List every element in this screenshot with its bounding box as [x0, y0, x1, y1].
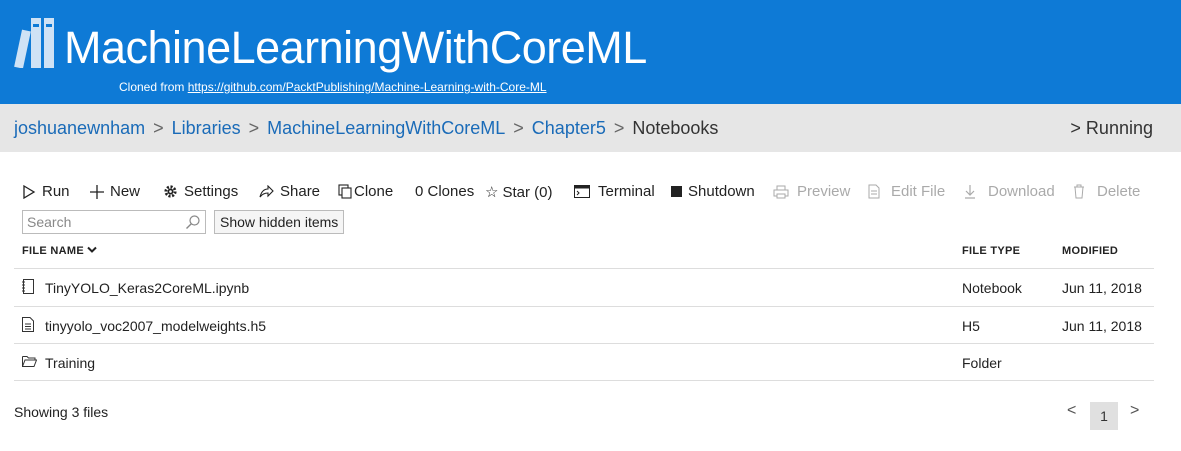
edit-file-button[interactable]: Edit File [868, 183, 945, 200]
clones-count[interactable]: 0 Clones [415, 183, 474, 200]
preview-label: Preview [797, 183, 851, 200]
file-modified: Jun 11, 2018 [1062, 280, 1142, 296]
breadcrumb-library[interactable]: MachineLearningWithCoreML [267, 118, 505, 138]
clone-label: Clone [354, 183, 394, 200]
star-icon: ☆ [485, 184, 499, 201]
clone-icon [338, 184, 352, 199]
download-button[interactable]: Download [964, 183, 1055, 200]
file-icon [22, 317, 34, 332]
cloned-link[interactable]: https://github.com/PacktPublishing/Machi… [188, 80, 547, 94]
terminal-button[interactable]: Terminal [574, 183, 655, 200]
gear-icon [164, 185, 177, 198]
pager-next-button[interactable]: > [1130, 402, 1139, 420]
delete-button[interactable]: Delete [1073, 183, 1140, 200]
print-icon [773, 185, 789, 198]
cloned-from: Cloned from https://github.com/PacktPubl… [119, 80, 547, 94]
folder-icon [22, 356, 37, 367]
table-row[interactable]: tinyyolo_voc2007_modelweights.h5 H5 Jun … [14, 307, 1154, 344]
file-name[interactable]: Training [45, 355, 95, 371]
show-hidden-items-button[interactable]: Show hidden items [214, 210, 345, 234]
breadcrumb-current: Notebooks [632, 118, 719, 138]
column-header-file-type[interactable]: FILE TYPE [962, 245, 1020, 257]
share-button[interactable]: Share [258, 183, 320, 200]
share-label: Share [280, 183, 321, 200]
run-button[interactable]: Run [22, 183, 70, 200]
preview-button[interactable]: Preview [773, 183, 850, 200]
download-icon [965, 185, 975, 199]
run-label: Run [42, 183, 70, 200]
page-title: MachineLearningWithCoreML [64, 22, 647, 73]
plus-icon [90, 184, 104, 199]
column-header-file-name-label: FILE NAME [22, 245, 84, 257]
new-button[interactable]: New [90, 183, 140, 200]
clone-button[interactable]: Clone [338, 183, 393, 200]
file-type: H5 [962, 318, 980, 334]
table-row[interactable]: TinyYOLO_Keras2CoreML.ipynb Notebook Jun… [14, 269, 1154, 306]
column-header-file-name[interactable]: FILE NAME [22, 245, 98, 257]
settings-button[interactable]: Settings [163, 183, 238, 200]
breadcrumb-separator: > [513, 118, 524, 138]
breadcrumb: joshuanewnham > Libraries > MachineLearningW… [0, 104, 1181, 152]
breadcrumb-separator: > [153, 118, 164, 138]
terminal-label: Terminal [598, 183, 655, 200]
cloned-label: Cloned from [119, 80, 188, 94]
app-header: MachineLearningWithCoreML Cloned from ht… [0, 0, 1181, 104]
share-icon [259, 184, 274, 197]
breadcrumb-libraries[interactable]: Libraries [172, 118, 241, 138]
file-name[interactable]: TinyYOLO_Keras2CoreML.ipynb [45, 280, 249, 296]
books-icon [14, 18, 54, 68]
search-input[interactable] [27, 212, 177, 232]
breadcrumb-separator: > [248, 118, 260, 138]
chevron-down-icon [87, 246, 98, 253]
shutdown-button[interactable]: Shutdown [671, 183, 755, 200]
file-count-status: Showing 3 files [14, 404, 109, 420]
shutdown-label: Shutdown [688, 183, 755, 200]
divider [14, 380, 1154, 381]
file-name[interactable]: tinyyolo_voc2007_modelweights.h5 [45, 318, 266, 334]
breadcrumb-separator: > [613, 118, 625, 138]
pager-prev-button[interactable]: < [1067, 402, 1076, 420]
breadcrumb-chapter5[interactable]: Chapter5 [532, 118, 606, 138]
table-row[interactable]: Training Folder [14, 344, 1154, 381]
search-box [22, 210, 206, 234]
breadcrumb-joshuanewnham[interactable]: joshuanewnham [14, 118, 145, 138]
settings-label: Settings [184, 183, 239, 200]
star-label: Star (0) [502, 183, 553, 201]
toolbar: Run New Settings Share Clone 0 Clones ☆ … [0, 176, 1181, 206]
file-modified: Jun 11, 2018 [1062, 318, 1142, 334]
terminal-icon [574, 185, 590, 198]
delete-label: Delete [1097, 183, 1141, 200]
download-label: Download [988, 183, 1055, 200]
file-edit-icon [868, 184, 880, 199]
pager-current-page[interactable]: 1 [1090, 402, 1118, 430]
new-label: New [110, 183, 141, 200]
stop-icon [671, 186, 682, 197]
notebook-icon [22, 279, 34, 294]
column-header-modified[interactable]: MODIFIED [1062, 245, 1118, 257]
file-type: Folder [962, 355, 1002, 371]
trash-icon [1074, 184, 1084, 199]
running-link[interactable]: > Running [1070, 118, 1153, 139]
play-icon [23, 184, 36, 199]
file-type: Notebook [962, 280, 1022, 296]
search-icon[interactable] [185, 214, 201, 230]
star-button[interactable]: ☆ Star (0) [485, 183, 553, 202]
edit-file-label: Edit File [891, 183, 946, 200]
